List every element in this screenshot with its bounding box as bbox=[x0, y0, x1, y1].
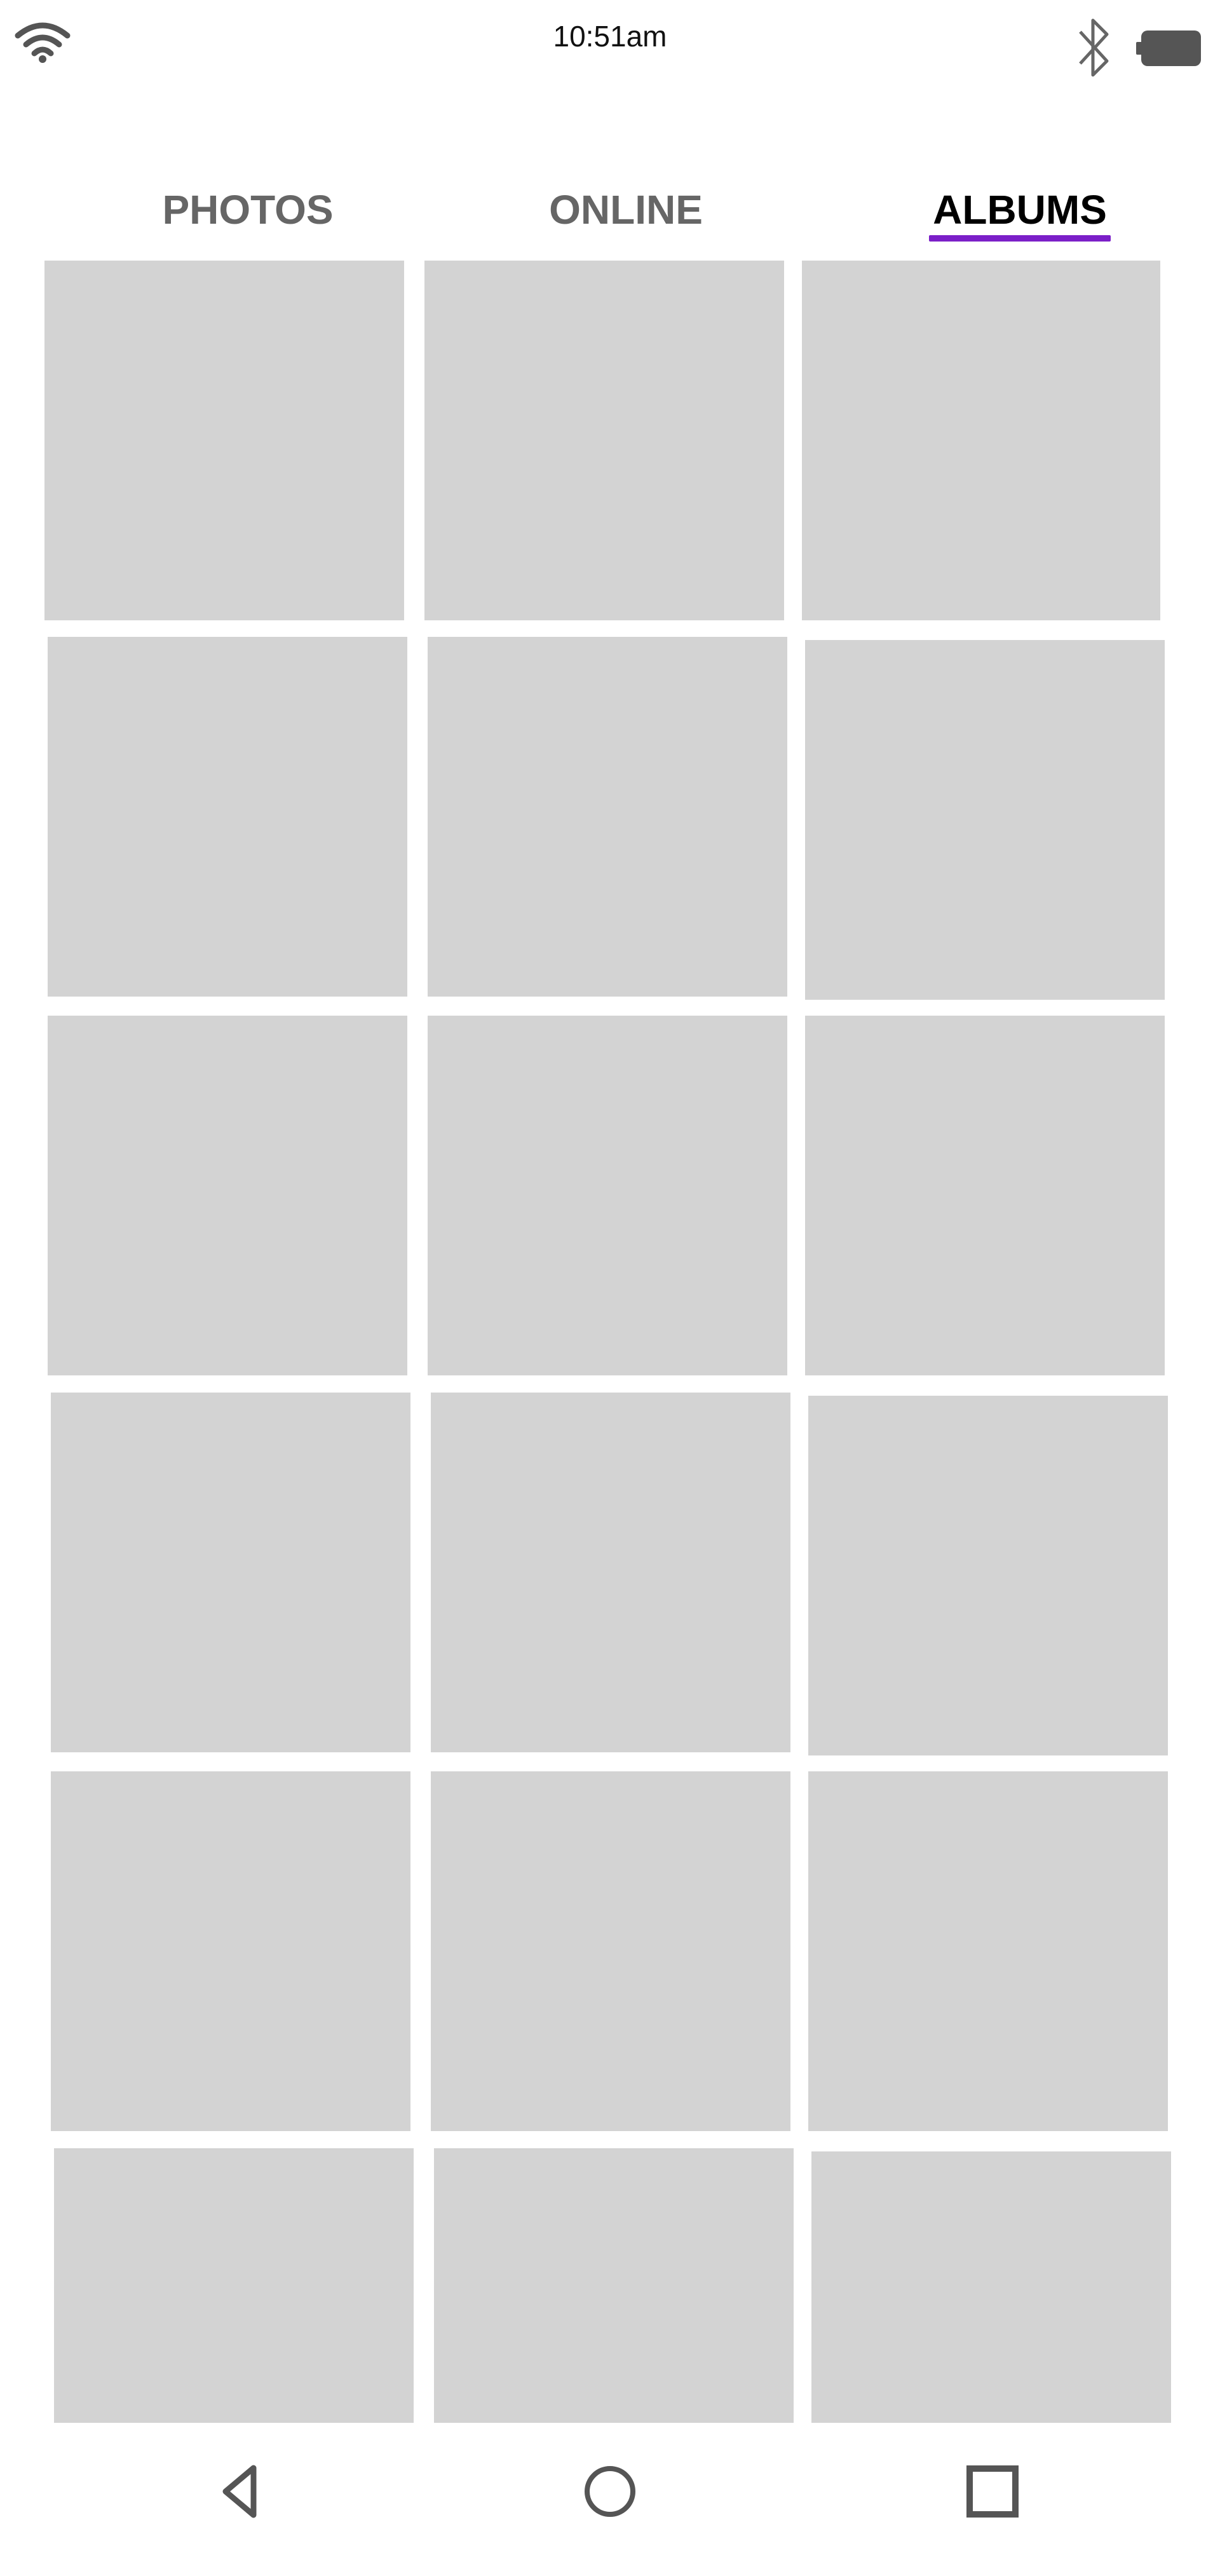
back-icon bbox=[222, 2465, 257, 2518]
navigation-bar bbox=[0, 2428, 1220, 2576]
album-thumbnail[interactable] bbox=[48, 1016, 407, 1375]
album-thumbnail[interactable] bbox=[44, 261, 404, 620]
album-thumbnail[interactable] bbox=[808, 1771, 1168, 2131]
recents-button[interactable] bbox=[942, 2428, 1043, 2555]
album-thumbnail[interactable] bbox=[802, 261, 1160, 620]
home-icon bbox=[585, 2466, 635, 2517]
album-thumbnail[interactable] bbox=[428, 1016, 787, 1375]
album-thumbnail[interactable] bbox=[51, 1393, 410, 1752]
album-thumbnail[interactable] bbox=[805, 1016, 1165, 1375]
home-button[interactable] bbox=[559, 2428, 661, 2555]
album-thumbnail[interactable] bbox=[808, 1396, 1168, 1755]
album-thumbnail[interactable] bbox=[51, 1771, 410, 2131]
album-thumbnail[interactable] bbox=[434, 2148, 794, 2423]
album-thumbnail[interactable] bbox=[431, 1771, 790, 2131]
recents-icon bbox=[966, 2465, 1019, 2518]
album-thumbnail[interactable] bbox=[811, 2151, 1171, 2423]
album-thumbnail[interactable] bbox=[424, 261, 784, 620]
album-thumbnail[interactable] bbox=[48, 637, 407, 997]
album-thumbnail[interactable] bbox=[431, 1393, 790, 1752]
album-thumbnail[interactable] bbox=[54, 2148, 414, 2423]
albums-screen: 10:51am PHOTOS ONLINE ALBUMS bbox=[0, 0, 1220, 2576]
album-grid bbox=[0, 0, 1220, 2576]
album-thumbnail[interactable] bbox=[428, 637, 787, 997]
album-thumbnail[interactable] bbox=[805, 640, 1165, 1000]
back-button[interactable] bbox=[189, 2428, 291, 2555]
